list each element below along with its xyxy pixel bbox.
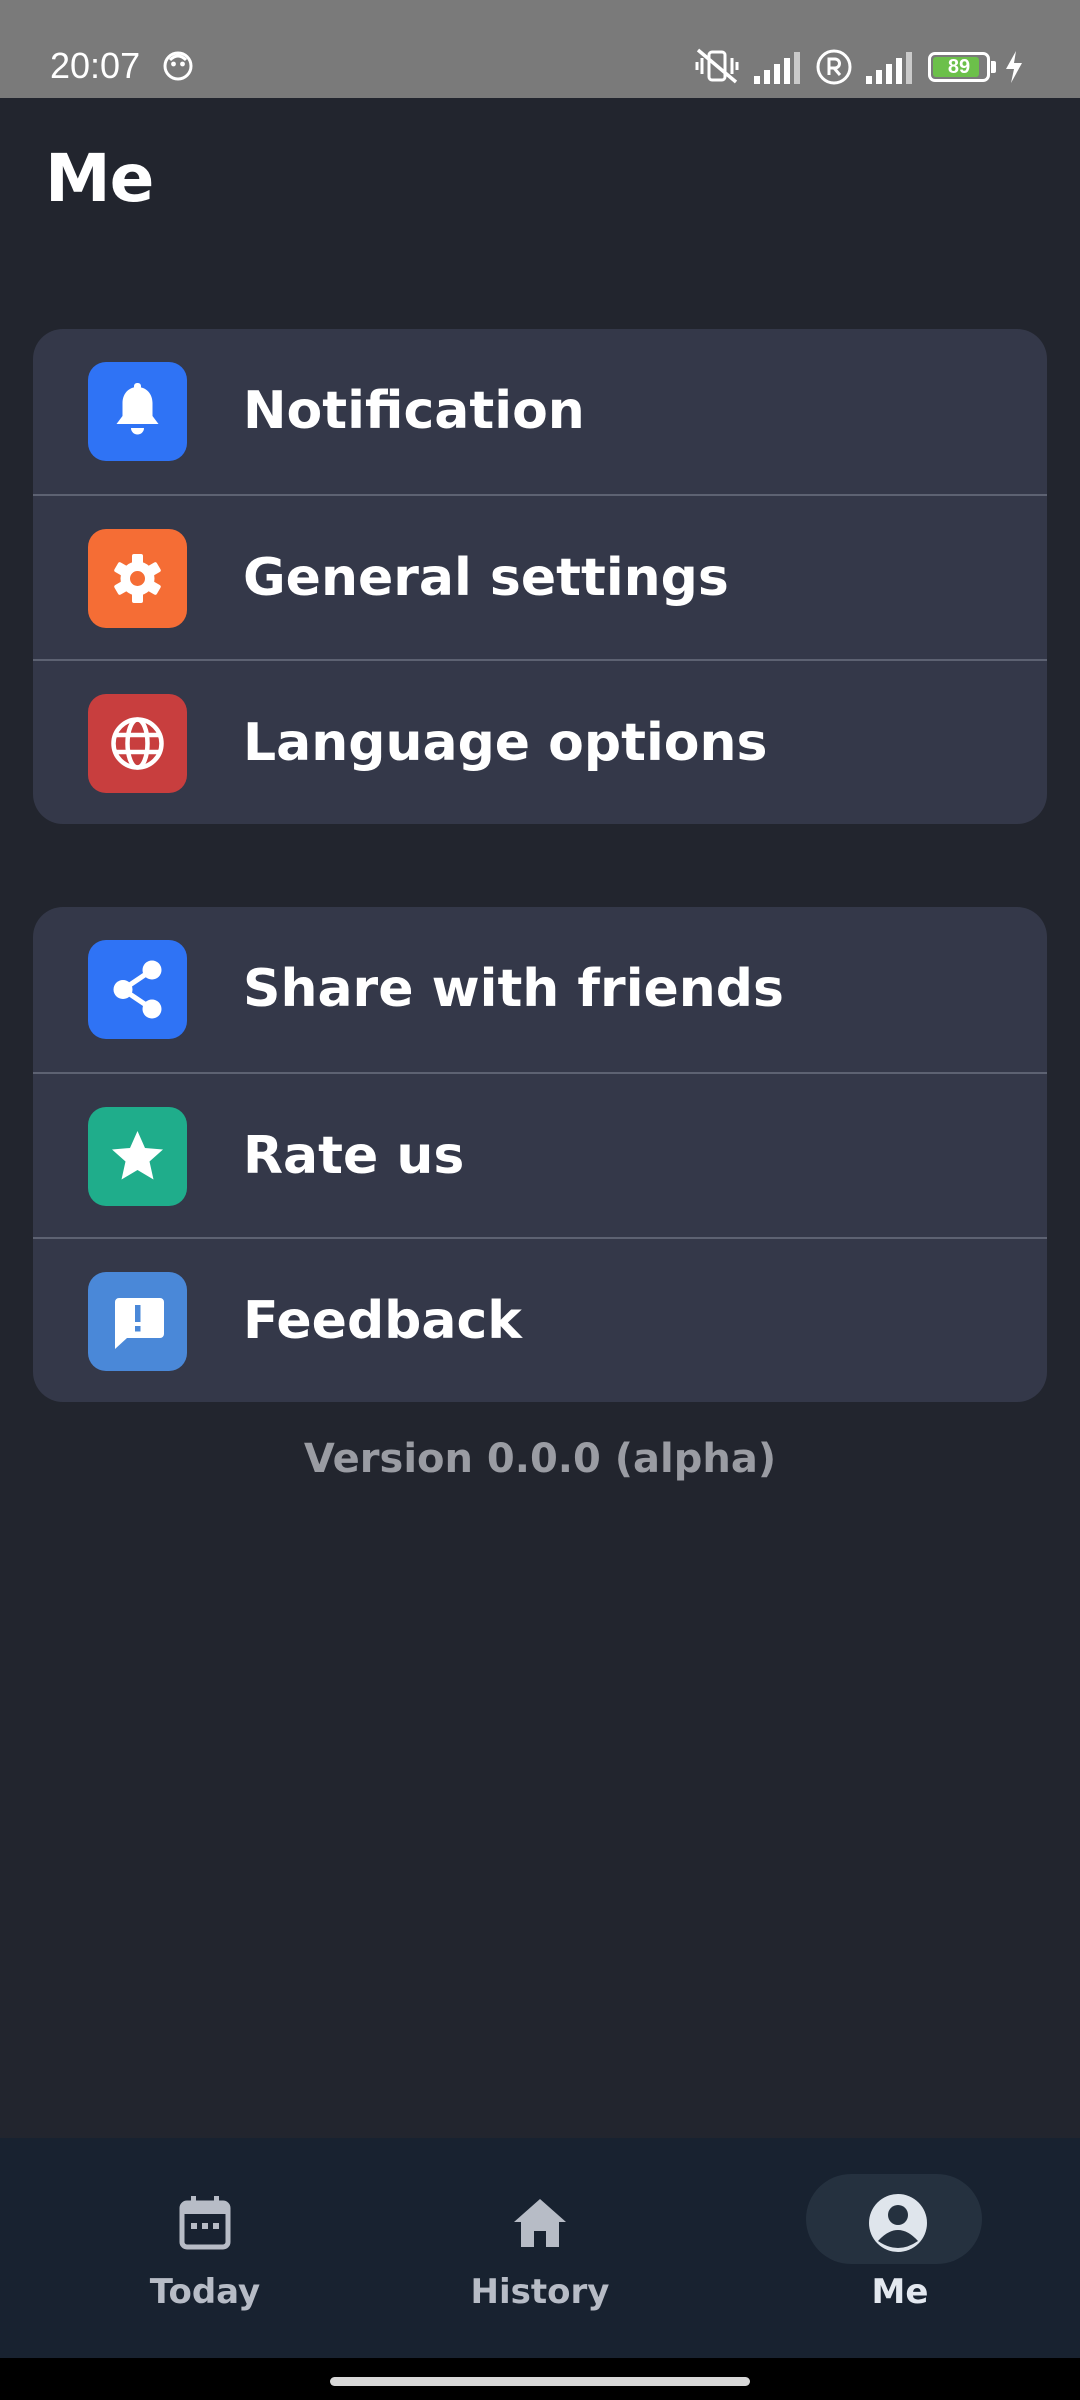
menu-item-label: Notification <box>243 381 585 441</box>
nav-item-me[interactable]: Me <box>720 2138 1080 2358</box>
nav-label: History <box>470 2272 610 2312</box>
home-gesture-bar[interactable] <box>330 2377 750 2386</box>
face-app-icon <box>162 50 194 86</box>
signal-icon <box>866 50 914 88</box>
menu-item-label: Feedback <box>243 1291 522 1351</box>
calendar-icon <box>173 2191 237 2259</box>
menu-item-rate-us[interactable]: Rate us <box>33 1072 1047 1237</box>
bottom-nav: Today History Me <box>0 2138 1080 2358</box>
battery-level-text: 89 <box>947 56 971 78</box>
globe-icon <box>88 694 187 793</box>
battery-icon: 89 <box>928 52 990 82</box>
menu-item-label: Language options <box>243 713 768 773</box>
account-icon <box>862 2187 934 2263</box>
vibrate-off-icon <box>694 46 740 90</box>
status-bar: 20:07 89 <box>0 0 1080 98</box>
bell-icon <box>88 362 187 461</box>
page-title: Me <box>45 140 154 217</box>
menu-item-label: General settings <box>243 548 729 608</box>
social-group-card: Share with friends Rate us Feedback <box>33 907 1047 1402</box>
settings-group-card: Notification General settings Language o… <box>33 329 1047 824</box>
nav-label: Today <box>149 2272 261 2312</box>
registered-icon <box>815 48 853 90</box>
menu-item-share[interactable]: Share with friends <box>33 907 1047 1072</box>
status-time: 20:07 <box>50 45 141 86</box>
nav-label: Me <box>871 2272 929 2312</box>
charging-icon <box>1003 50 1025 88</box>
menu-item-label: Share with friends <box>243 959 784 1019</box>
nav-item-today[interactable]: Today <box>25 2138 385 2358</box>
gesture-area <box>0 2358 1080 2400</box>
battery-tip <box>991 61 996 73</box>
menu-item-general-settings[interactable]: General settings <box>33 494 1047 659</box>
signal-icon <box>754 50 802 88</box>
menu-item-label: Rate us <box>243 1126 465 1186</box>
star-icon <box>88 1107 187 1206</box>
version-text: Version 0.0.0 (alpha) <box>303 1436 777 1482</box>
menu-item-feedback[interactable]: Feedback <box>33 1237 1047 1402</box>
home-icon <box>508 2191 572 2259</box>
feedback-icon <box>88 1272 187 1371</box>
gear-icon <box>88 529 187 628</box>
menu-item-language-options[interactable]: Language options <box>33 659 1047 824</box>
share-icon <box>88 940 187 1039</box>
nav-item-history[interactable]: History <box>360 2138 720 2358</box>
menu-item-notification[interactable]: Notification <box>33 329 1047 494</box>
